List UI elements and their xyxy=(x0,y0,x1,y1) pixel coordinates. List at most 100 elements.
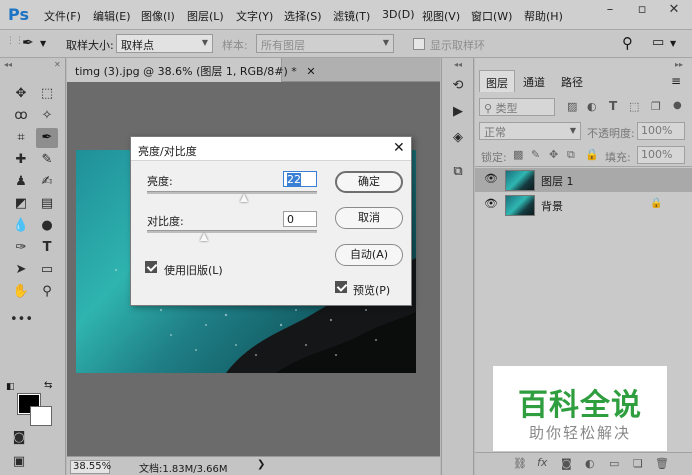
eye-icon[interactable]: 👁 xyxy=(484,172,498,185)
menu-image[interactable]: 图像(I) xyxy=(141,8,175,24)
lock-artboard-icon[interactable]: ⧉ xyxy=(567,148,575,162)
brightness-slider-thumb[interactable] xyxy=(240,194,249,202)
workspace-icon[interactable]: ▭ xyxy=(652,35,664,50)
ok-button[interactable]: 确定 xyxy=(335,171,403,193)
preview-checkbox[interactable] xyxy=(335,281,347,293)
actions-panel-icon[interactable]: ▶ xyxy=(447,102,469,122)
layer-row[interactable]: 👁 背景 🔒 xyxy=(475,193,692,217)
lasso-tool-icon[interactable]: ꝏ xyxy=(10,106,32,126)
menu-filter[interactable]: 滤镜(T) xyxy=(333,8,370,24)
crop-tool-icon[interactable]: ⌗ xyxy=(10,128,32,148)
zoom-level-field[interactable]: 38.55% xyxy=(70,460,111,474)
dodge-tool-icon[interactable]: ● xyxy=(36,216,58,236)
panel-close-icon[interactable]: ✕ xyxy=(54,60,61,69)
lock-position-icon[interactable]: ✥ xyxy=(549,148,558,161)
dialog-title-bar[interactable]: 亮度/对比度 ✕ xyxy=(131,137,411,161)
paragraph-panel-icon[interactable]: ⧉ xyxy=(447,162,469,182)
lock-pixels-icon[interactable]: ✎ xyxy=(531,148,540,161)
menu-file[interactable]: 文件(F) xyxy=(44,8,81,24)
trash-icon[interactable]: 🗑 xyxy=(655,457,669,470)
fx-icon[interactable]: fx xyxy=(537,456,547,469)
eye-icon[interactable]: 👁 xyxy=(484,197,498,210)
more-tools-icon[interactable]: ••• xyxy=(10,310,33,330)
legacy-checkbox[interactable] xyxy=(145,261,157,273)
fill-field[interactable]: 100% xyxy=(637,146,685,164)
menu-select[interactable]: 选择(S) xyxy=(284,8,322,24)
close-tab-icon[interactable]: ✕ xyxy=(306,65,315,78)
move-tool-icon[interactable]: ✥ xyxy=(10,84,32,104)
magic-wand-tool-icon[interactable]: ✧ xyxy=(36,106,58,126)
lock-transparent-icon[interactable]: ▩ xyxy=(513,148,523,161)
healing-brush-tool-icon[interactable]: ✚ xyxy=(10,150,32,170)
blend-mode-select[interactable]: 正常 ▼ xyxy=(479,122,581,140)
new-group-icon[interactable]: ▭ xyxy=(609,457,619,470)
3d-panel-icon[interactable]: ◈ xyxy=(447,128,469,148)
brush-tool-icon[interactable]: ✎ xyxy=(36,150,58,170)
opacity-field[interactable]: 100% xyxy=(637,122,685,140)
collapse-arrows-icon[interactable]: ◂◂ xyxy=(4,60,12,69)
show-ring-checkbox[interactable] xyxy=(413,38,425,50)
search-icon[interactable]: ⚲ xyxy=(622,34,633,52)
blur-tool-icon[interactable]: 💧 xyxy=(10,216,32,236)
rectangle-tool-icon[interactable]: ▭ xyxy=(36,260,58,280)
filter-smart-object-icon[interactable]: ❐ xyxy=(651,100,661,113)
menu-window[interactable]: 窗口(W) xyxy=(471,8,512,24)
tab-layers[interactable]: 图层 xyxy=(479,70,515,92)
quick-mask-icon[interactable]: ◙ xyxy=(8,428,30,448)
filter-toggle-icon[interactable]: ● xyxy=(673,100,682,111)
cancel-button[interactable]: 取消 xyxy=(335,207,403,229)
screen-mode-icon[interactable]: ▣ xyxy=(8,452,30,472)
hand-tool-icon[interactable]: ✋ xyxy=(10,282,32,302)
maximize-button[interactable]: ▫ xyxy=(626,0,658,22)
minimize-button[interactable]: – xyxy=(594,0,626,22)
menu-help[interactable]: 帮助(H) xyxy=(524,8,563,24)
menu-layer[interactable]: 图层(L) xyxy=(187,8,224,24)
new-layer-icon[interactable]: ❏ xyxy=(633,457,643,470)
brightness-input[interactable]: 22 xyxy=(283,171,317,187)
lock-all-icon[interactable]: 🔒 xyxy=(585,148,599,161)
brightness-slider-track[interactable] xyxy=(147,191,317,194)
background-color-swatch[interactable] xyxy=(30,406,52,426)
tab-channels[interactable]: 通道 xyxy=(517,70,551,92)
close-window-button[interactable]: ✕ xyxy=(658,0,690,22)
filter-adjustment-icon[interactable]: ◐ xyxy=(587,100,597,113)
expand-arrows-icon[interactable]: ◂◂ xyxy=(454,60,462,69)
gradient-tool-icon[interactable]: ▤ xyxy=(36,194,58,214)
clone-stamp-tool-icon[interactable]: ♟ xyxy=(10,172,32,192)
eyedropper-preset-icon[interactable]: ✒ xyxy=(22,35,34,51)
tab-paths[interactable]: 路径 xyxy=(555,70,589,92)
contrast-slider-track[interactable] xyxy=(147,230,317,233)
filter-shape-icon[interactable]: ⬚ xyxy=(629,100,639,113)
menu-3d[interactable]: 3D(D) xyxy=(382,8,415,21)
sample-select[interactable]: 所有图层 ▼ xyxy=(256,34,394,53)
history-brush-tool-icon[interactable]: ✍ xyxy=(36,172,58,192)
filter-kind-select[interactable]: ⚲ 类型 xyxy=(479,98,555,116)
eyedropper-tool-icon[interactable]: ✒ xyxy=(36,128,58,148)
filter-type-icon[interactable]: T xyxy=(609,99,617,113)
contrast-input[interactable]: 0 xyxy=(283,211,317,227)
auto-button[interactable]: 自动(A) xyxy=(335,244,403,266)
panel-collapse-icon[interactable]: ▸▸ xyxy=(675,60,683,69)
marquee-tool-icon[interactable]: ⬚ xyxy=(36,84,58,104)
filter-pixel-icon[interactable]: ▨ xyxy=(567,100,577,113)
new-adjustment-icon[interactable]: ◐ xyxy=(585,457,595,470)
zoom-tool-icon[interactable]: ⚲ xyxy=(36,282,58,302)
pen-tool-icon[interactable]: ✑ xyxy=(10,238,32,258)
menu-view[interactable]: 视图(V) xyxy=(422,8,460,24)
swap-colors-icon[interactable]: ⇆ xyxy=(44,380,52,391)
history-panel-icon[interactable]: ⟲ xyxy=(447,76,469,96)
status-menu-arrow-icon[interactable]: ❯ xyxy=(257,459,265,470)
menu-edit[interactable]: 编辑(E) xyxy=(93,8,131,24)
close-dialog-icon[interactable]: ✕ xyxy=(393,140,405,156)
type-tool-icon[interactable]: T xyxy=(36,238,58,258)
workspace-chevron-down-icon[interactable]: ▼ xyxy=(670,39,676,48)
preset-chevron-down-icon[interactable]: ▼ xyxy=(40,39,46,48)
path-selection-tool-icon[interactable]: ➤ xyxy=(10,260,32,280)
menu-type[interactable]: 文字(Y) xyxy=(236,8,273,24)
link-layers-icon[interactable]: ⛓ xyxy=(513,457,527,470)
contrast-slider-thumb[interactable] xyxy=(199,233,208,241)
layer-row[interactable]: 👁 图层 1 xyxy=(475,168,692,192)
sample-size-select[interactable]: 取样点 ▼ xyxy=(116,34,213,53)
eraser-tool-icon[interactable]: ◩ xyxy=(10,194,32,214)
document-tab[interactable]: timg (3).jpg @ 38.6% (图层 1, RGB/8#) * ✕ xyxy=(67,58,316,82)
